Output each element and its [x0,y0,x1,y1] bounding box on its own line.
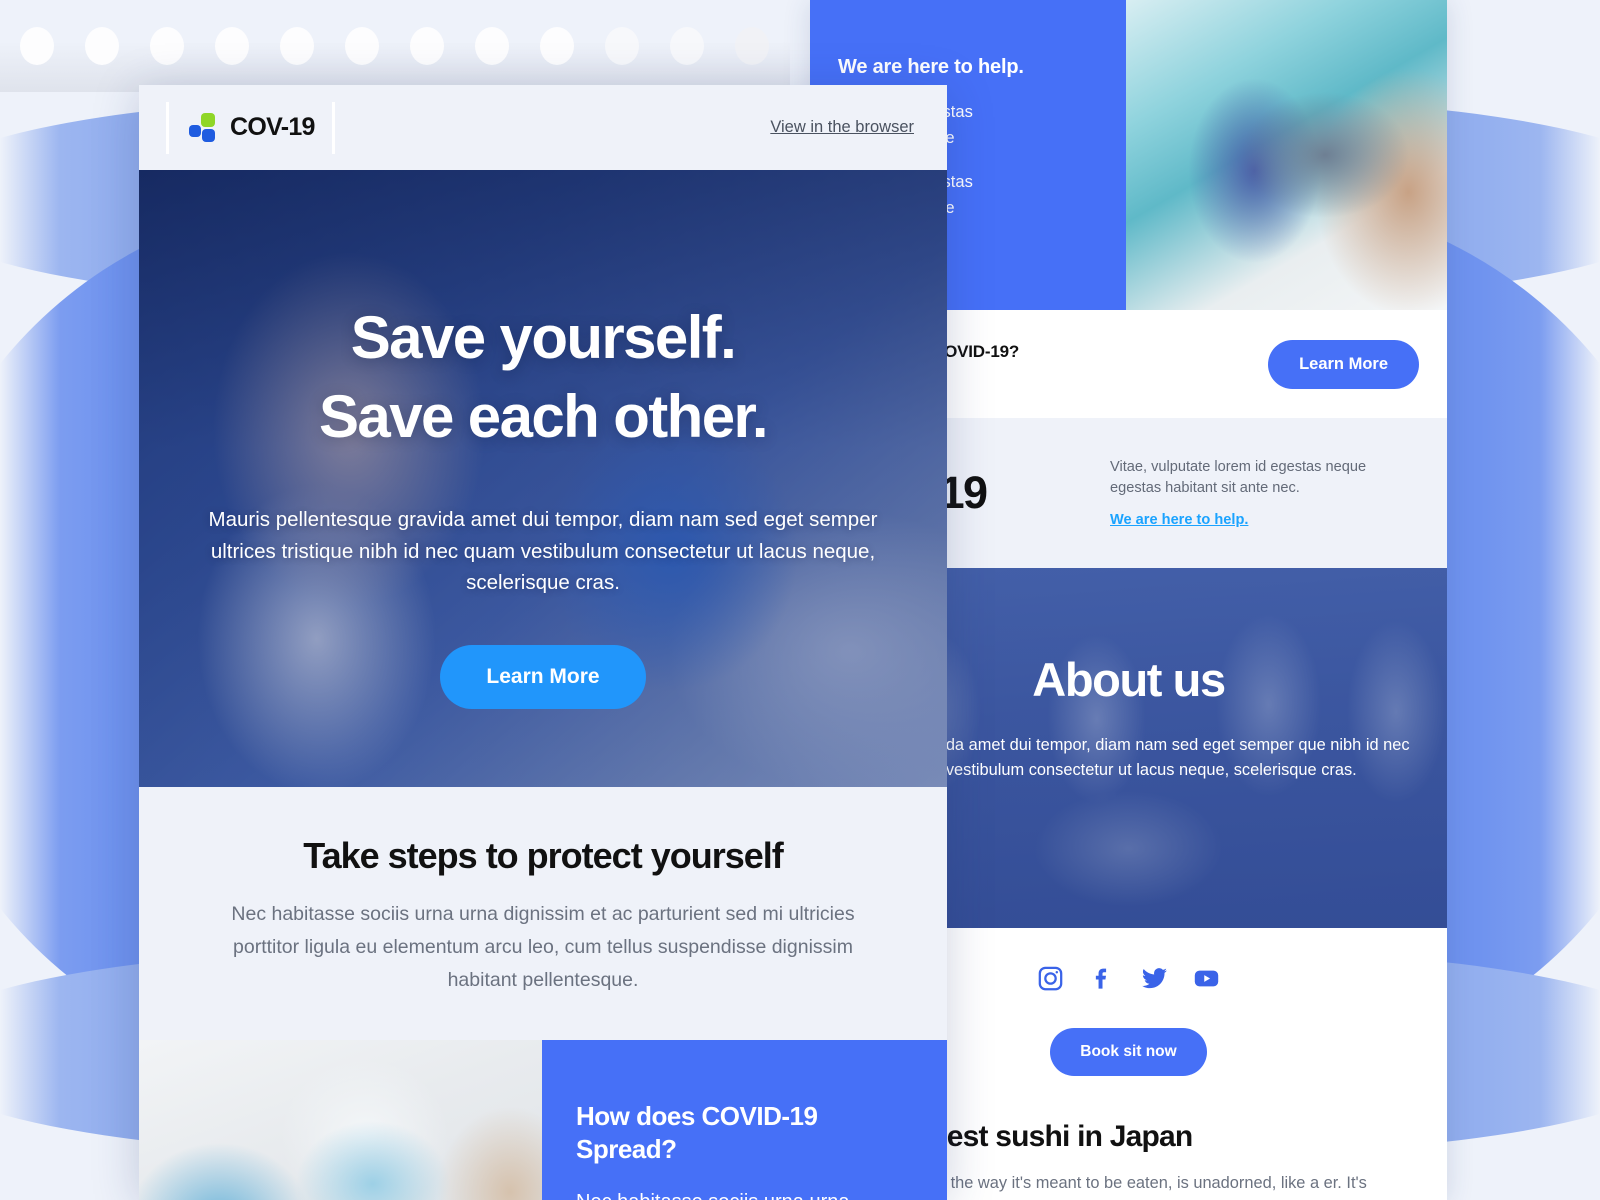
spread-section: How does COVID-19 Spread? Nec habitasse … [139,1040,947,1200]
hero-title-line-1: Save yourself. [350,304,737,371]
twitter-icon[interactable] [1141,965,1168,992]
cov19-logo-icon [189,112,219,143]
decorative-circle [150,27,184,65]
decorative-circle [410,27,444,65]
decorative-circle [670,27,704,65]
decorative-circle [540,27,574,65]
hero-learn-more-button[interactable]: Learn More [440,644,646,709]
hero-title-line-2: Save each other. [319,383,769,451]
decorative-circle [280,27,314,65]
decorative-circle-strip [0,0,790,92]
decorative-circle [345,27,379,65]
brand-lockup: COV-19 [166,101,335,154]
spread-title: How does COVID-19 Spread? [576,1101,818,1164]
we-are-here-to-help-link[interactable]: We are here to help. [1110,512,1248,528]
logo-dot-green [201,112,215,127]
protect-yourself-section: Take steps to protect yourself Nec habit… [139,787,947,1041]
help-hero-title: We are here to help. [838,56,1024,78]
spread-info-card: How does COVID-19 Spread? Nec habitasse … [542,1040,947,1200]
protect-yourself-title: Take steps to protect yourself [303,835,783,876]
decorative-circle [20,27,54,65]
facebook-icon[interactable] [1089,965,1116,992]
primary-email-mockup: COV-19 View in the browser Save yourself… [139,85,947,1200]
decorative-circle [215,27,249,65]
logo-dot-blue-left [189,124,201,137]
nasal-swab-photo [1126,0,1447,310]
youtube-icon[interactable] [1193,965,1220,992]
cov19-info-text: Vitae, vulputate lorem id egestas neque … [1110,457,1419,530]
protect-yourself-body: Nec habitasse sociis urna urna dignissim… [231,903,855,991]
logo-dot-blue-bottom [202,128,215,142]
hero-title: Save yourself. Save each other. [319,298,769,456]
brand-name: COV-19 [230,113,315,141]
email-header: COV-19 View in the browser [139,85,947,170]
email-hero-section: Save yourself. Save each other. Mauris p… [139,170,947,787]
book-sit-now-button[interactable]: Book sit now [1050,1028,1207,1076]
brand-rule-right [331,101,335,154]
spread-body: Nec habitasse sociis urna urna [576,1187,905,1200]
decorative-circle [475,27,509,65]
decorative-circle [735,27,769,65]
brand-rule-left [166,101,169,154]
symptoms-learn-more-button[interactable]: Learn More [1268,339,1419,389]
decorative-circle [605,27,639,65]
decorative-circle [85,27,119,65]
cov19-info-body: Vitae, vulputate lorem id egestas neque … [1110,458,1367,496]
instagram-icon[interactable] [1037,965,1064,992]
medical-worker-photo [139,1040,542,1200]
view-in-browser-link[interactable]: View in the browser [770,118,914,137]
hero-body: Mauris pellentesque gravida amet dui tem… [208,508,878,594]
